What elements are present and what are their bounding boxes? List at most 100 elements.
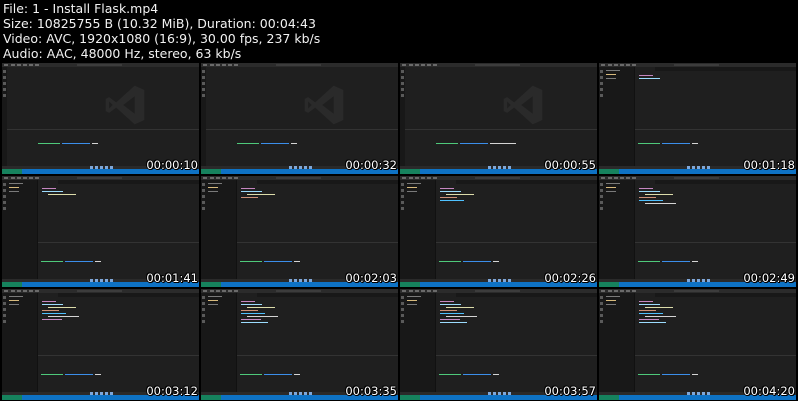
menu-item	[409, 290, 413, 292]
menu-item	[608, 64, 612, 66]
activity-icon	[401, 189, 404, 192]
terminal-path	[261, 143, 289, 144]
editor-area	[635, 67, 796, 166]
explorer-entry	[407, 191, 417, 192]
terminal-panel-border	[635, 242, 796, 243]
terminal-command	[493, 374, 499, 375]
tab-app-py[interactable]	[635, 293, 655, 297]
timestamp-label: 00:01:41	[146, 271, 198, 285]
command-center	[276, 290, 321, 292]
remote-indicator	[400, 169, 420, 174]
menu-item	[228, 290, 232, 292]
explorer-entry	[208, 187, 218, 188]
code-line	[446, 194, 474, 195]
activity-icon	[600, 183, 603, 186]
code-line	[42, 191, 63, 192]
code-line	[42, 313, 66, 314]
code-line	[639, 319, 659, 320]
explorer-entry	[606, 187, 616, 188]
menu-item	[402, 290, 406, 292]
tab-app-py[interactable]	[635, 180, 655, 184]
menu-item	[35, 177, 39, 179]
video-thumbnail[interactable]: 00:03:57	[400, 289, 597, 400]
code-line	[440, 322, 467, 323]
menu-item	[210, 290, 214, 292]
tab-app-py[interactable]	[38, 293, 58, 297]
code-line	[241, 313, 265, 314]
activity-icon	[600, 308, 603, 311]
video-thumbnail[interactable]: 00:02:03	[201, 176, 398, 287]
activity-icon	[401, 82, 404, 85]
video-thumbnail[interactable]: 00:02:26	[400, 176, 597, 287]
terminal-command	[692, 374, 698, 375]
timestamp-label: 00:03:12	[146, 384, 198, 398]
code-line	[645, 203, 676, 204]
explorer-entry	[208, 296, 222, 297]
terminal-command	[692, 261, 698, 262]
terminal-prompt	[240, 261, 262, 262]
explorer-entry	[9, 300, 19, 301]
menu-item	[608, 177, 612, 179]
terminal-command	[692, 143, 698, 144]
menu-item	[632, 64, 636, 66]
menu-item	[409, 64, 413, 66]
tab-app-py[interactable]	[436, 180, 456, 184]
video-thumbnail[interactable]: 00:01:18	[599, 63, 796, 174]
remote-indicator	[201, 395, 221, 400]
menu-item	[216, 64, 220, 66]
editor-area	[237, 293, 398, 392]
tab-app-py[interactable]	[436, 293, 456, 297]
tab-app-py[interactable]	[237, 293, 257, 297]
terminal-prompt	[436, 143, 458, 144]
code-line	[639, 310, 656, 311]
explorer-entry	[208, 191, 218, 192]
activity-icon	[202, 195, 205, 198]
explorer-entry	[606, 70, 620, 71]
video-thumbnail[interactable]: 00:00:55	[400, 63, 597, 174]
menu-item	[427, 177, 431, 179]
code-line	[639, 304, 660, 305]
code-line	[645, 194, 673, 195]
video-thumbnail[interactable]: 00:03:12	[2, 289, 199, 400]
video-thumbnail[interactable]: 00:00:10	[2, 63, 199, 174]
explorer-entry	[208, 300, 218, 301]
editor-area	[436, 180, 597, 279]
activity-icon	[3, 308, 6, 311]
activity-icon	[3, 207, 6, 210]
code-line	[639, 78, 660, 79]
menu-item	[11, 64, 15, 66]
command-center	[674, 64, 719, 66]
video-thumbnail[interactable]: 00:04:20	[599, 289, 796, 400]
activity-icon	[401, 201, 404, 204]
tab-app-py[interactable]	[38, 180, 58, 184]
video-thumbnail[interactable]: 00:02:49	[599, 176, 796, 287]
terminal-path	[662, 143, 690, 144]
activity-icon	[202, 320, 205, 323]
video-thumbnail[interactable]: 00:01:41	[2, 176, 199, 287]
activity-icon	[600, 76, 603, 79]
code-line	[639, 191, 660, 192]
menu-item	[17, 64, 21, 66]
terminal-command	[493, 261, 499, 262]
explorer-entry	[9, 191, 19, 192]
menu-item	[601, 177, 605, 179]
terminal-prompt	[38, 143, 60, 144]
timestamp-label: 00:03:35	[345, 384, 397, 398]
terminal-prompt	[638, 374, 660, 375]
activity-icon	[202, 76, 205, 79]
menu-item	[632, 290, 636, 292]
video-thumbnail[interactable]: 00:03:35	[201, 289, 398, 400]
explorer-entry	[606, 191, 616, 192]
editor-tabs	[38, 180, 199, 184]
tab-app-py[interactable]	[237, 180, 257, 184]
video-thumbnail[interactable]: 00:00:32	[201, 63, 398, 174]
code-line	[440, 310, 457, 311]
menu-item	[614, 177, 618, 179]
tab-app-py[interactable]	[635, 67, 655, 71]
menu-item	[614, 290, 618, 292]
editor-area	[405, 67, 597, 166]
code-line	[42, 188, 56, 189]
activity-icon	[202, 82, 205, 85]
editor-area	[237, 180, 398, 279]
explorer-sidebar	[206, 293, 237, 392]
